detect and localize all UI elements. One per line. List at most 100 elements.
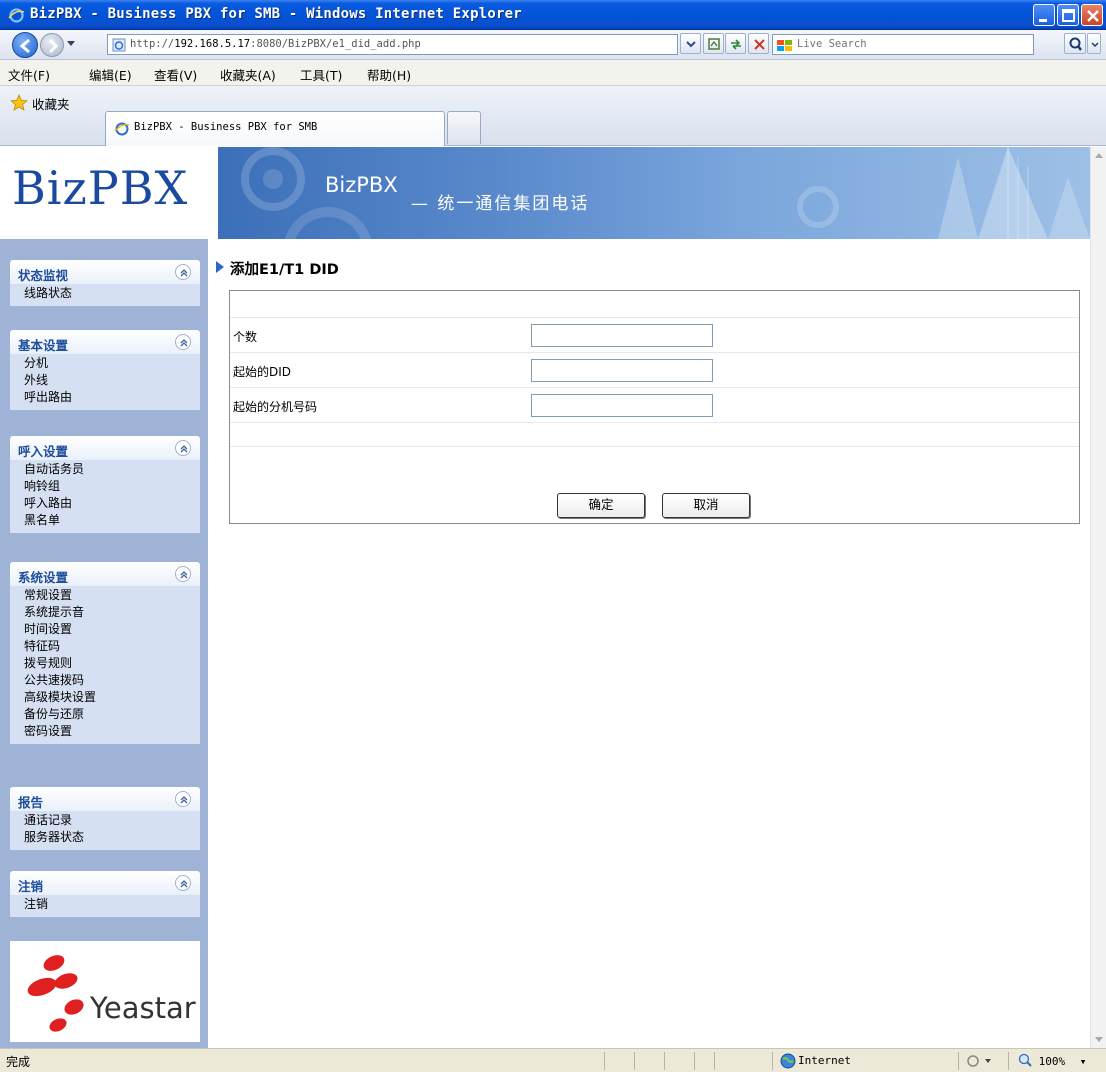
nav-group-header[interactable]: 呼入设置 [10, 436, 200, 460]
search-field[interactable] [772, 34, 1034, 55]
chevron-down-icon [686, 41, 696, 48]
back-arrow-icon [19, 38, 30, 54]
menu-favorites[interactable]: 收藏夹(A) [220, 65, 276, 84]
sidebar-item-extensions[interactable]: 分机 [10, 355, 200, 372]
security-zone: Internet [798, 1054, 851, 1067]
sidebar-item-line-status[interactable]: 线路状态 [10, 285, 200, 302]
protected-mode-button[interactable] [965, 1053, 995, 1069]
nav-group-header[interactable]: 基本设置 [10, 330, 200, 354]
history-dropdown-icon[interactable] [67, 41, 75, 46]
sidebar-item-server-status[interactable]: 服务器状态 [10, 829, 200, 846]
minimize-icon [1039, 19, 1047, 22]
vertical-scrollbar[interactable] [1090, 147, 1106, 1048]
maximize-button[interactable] [1057, 4, 1079, 26]
collapse-icon[interactable] [175, 875, 191, 891]
status-separator [604, 1052, 605, 1070]
scroll-down-icon[interactable] [1095, 1037, 1103, 1042]
sidebar-item-dial-rules[interactable]: 拨号规则 [10, 655, 200, 672]
compatibility-view-button[interactable] [703, 33, 724, 54]
search-button[interactable] [1064, 33, 1086, 54]
nav-group-logout: 注销 注销 [10, 871, 200, 917]
nav-group-title: 状态监视 [18, 268, 69, 283]
status-bar: 完成 Internet 100% ▾ [0, 1048, 1106, 1072]
nav-group-system: 系统设置 常规设置 系统提示音 时间设置 特征码 拨号规则 公共速拨码 高级模块… [10, 562, 200, 744]
count-input[interactable] [531, 324, 713, 347]
sidebar-item-outbound-routes[interactable]: 呼出路由 [10, 389, 200, 406]
scroll-up-icon[interactable] [1095, 153, 1103, 158]
sidebar-item-inbound-routes[interactable]: 呼入路由 [10, 495, 200, 512]
confirm-button[interactable]: 确定 [557, 493, 645, 518]
zoom-level: 100% [1038, 1055, 1066, 1068]
nav-group-header[interactable]: 报告 [10, 787, 200, 811]
window-title: BizPBX - Business PBX for SMB - Windows … [30, 6, 522, 22]
refresh-button[interactable] [725, 33, 746, 54]
nav-group-basic: 基本设置 分机 外线 呼出路由 [10, 330, 200, 410]
sidebar-item-trunks[interactable]: 外线 [10, 372, 200, 389]
url-path: :8080/BizPBX/e1_did_add.php [250, 38, 421, 50]
yeastar-logo-icon [27, 955, 84, 1032]
status-separator [634, 1052, 635, 1070]
close-icon [1087, 10, 1099, 22]
collapse-icon[interactable] [175, 264, 191, 280]
collapse-icon[interactable] [175, 566, 191, 582]
tab-label: BizPBX - Business PBX for SMB [134, 121, 318, 133]
url-text: http://192.168.5.17:8080/BizPBX/e1_did_a… [130, 38, 421, 50]
url-field[interactable]: http://192.168.5.17:8080/BizPBX/e1_did_a… [107, 34, 678, 55]
sidebar-item-feature-codes[interactable]: 特征码 [10, 638, 200, 655]
nav-group-header[interactable]: 状态监视 [10, 260, 200, 284]
sidebar-item-password[interactable]: 密码设置 [10, 723, 200, 740]
status-text: 完成 [6, 1055, 31, 1069]
yeastar-logo: Yeastar [10, 941, 200, 1042]
nav-group-header[interactable]: 注销 [10, 871, 200, 895]
sidebar-item-speed-dial[interactable]: 公共速拨码 [10, 672, 200, 689]
forward-button[interactable] [40, 33, 64, 57]
status-separator [958, 1052, 959, 1070]
status-separator [694, 1052, 695, 1070]
sidebar-item-general[interactable]: 常规设置 [10, 587, 200, 604]
url-host: 192.168.5.17 [174, 38, 251, 50]
sidebar-item-prompts[interactable]: 系统提示音 [10, 604, 200, 621]
nav-group-title: 呼入设置 [18, 444, 69, 459]
collapse-icon[interactable] [175, 440, 191, 456]
stop-icon [754, 39, 765, 50]
sidebar-item-time[interactable]: 时间设置 [10, 621, 200, 638]
collapse-icon[interactable] [175, 791, 191, 807]
sidebar-item-logout[interactable]: 注销 [10, 896, 200, 913]
url-dropdown-button[interactable] [680, 33, 701, 54]
start-extension-input[interactable] [531, 394, 713, 417]
collapse-icon[interactable] [175, 334, 191, 350]
tab-bizpbx[interactable]: BizPBX - Business PBX for SMB [105, 111, 445, 146]
nav-group-header[interactable]: 系统设置 [10, 562, 200, 586]
page-title-text: 添加E1/T1 DID [230, 262, 339, 278]
close-button[interactable] [1081, 4, 1103, 26]
sidebar-item-advanced-modules[interactable]: 高级模块设置 [10, 689, 200, 706]
back-button[interactable] [12, 32, 38, 58]
zoom-button[interactable]: 100% ▾ [1018, 1053, 1086, 1068]
zoom-icon [1018, 1053, 1032, 1067]
search-input[interactable] [797, 38, 1027, 50]
menu-edit[interactable]: 编辑(E) [89, 65, 132, 84]
sidebar-item-auto-attendant[interactable]: 自动话务员 [10, 461, 200, 478]
chevron-down-icon[interactable]: ▾ [1080, 1055, 1087, 1068]
menu-bar: 文件(F) 编辑(E) 查看(V) 收藏夹(A) 工具(T) 帮助(H) [0, 60, 1106, 86]
cancel-button[interactable]: 取消 [662, 493, 750, 518]
compatibility-icon [708, 38, 720, 50]
start-did-input[interactable] [531, 359, 713, 382]
sidebar-item-ring-group[interactable]: 响铃组 [10, 478, 200, 495]
nav-group-reports: 报告 通话记录 服务器状态 [10, 787, 200, 850]
search-options-button[interactable] [1087, 33, 1101, 54]
nav-group-title: 基本设置 [18, 338, 69, 353]
minimize-button[interactable] [1033, 4, 1055, 26]
sidebar-item-blacklist[interactable]: 黑名单 [10, 512, 200, 529]
sidebar-item-call-logs[interactable]: 通话记录 [10, 812, 200, 829]
menu-help[interactable]: 帮助(H) [367, 65, 411, 84]
nav-group-inbound: 呼入设置 自动话务员 响铃组 呼入路由 黑名单 [10, 436, 200, 533]
menu-file[interactable]: 文件(F) [8, 65, 50, 84]
page-content: BizPBX 状态监视 线路状态 基本设置 分机 外线 呼出路由 呼入设置 自动… [0, 147, 1090, 1048]
menu-tools[interactable]: 工具(T) [300, 65, 342, 84]
new-tab-button[interactable] [447, 111, 481, 144]
sidebar-item-backup-restore[interactable]: 备份与还原 [10, 706, 200, 723]
stop-button[interactable] [748, 33, 769, 54]
nav-group-status: 状态监视 线路状态 [10, 260, 200, 306]
menu-view[interactable]: 查看(V) [154, 65, 197, 84]
